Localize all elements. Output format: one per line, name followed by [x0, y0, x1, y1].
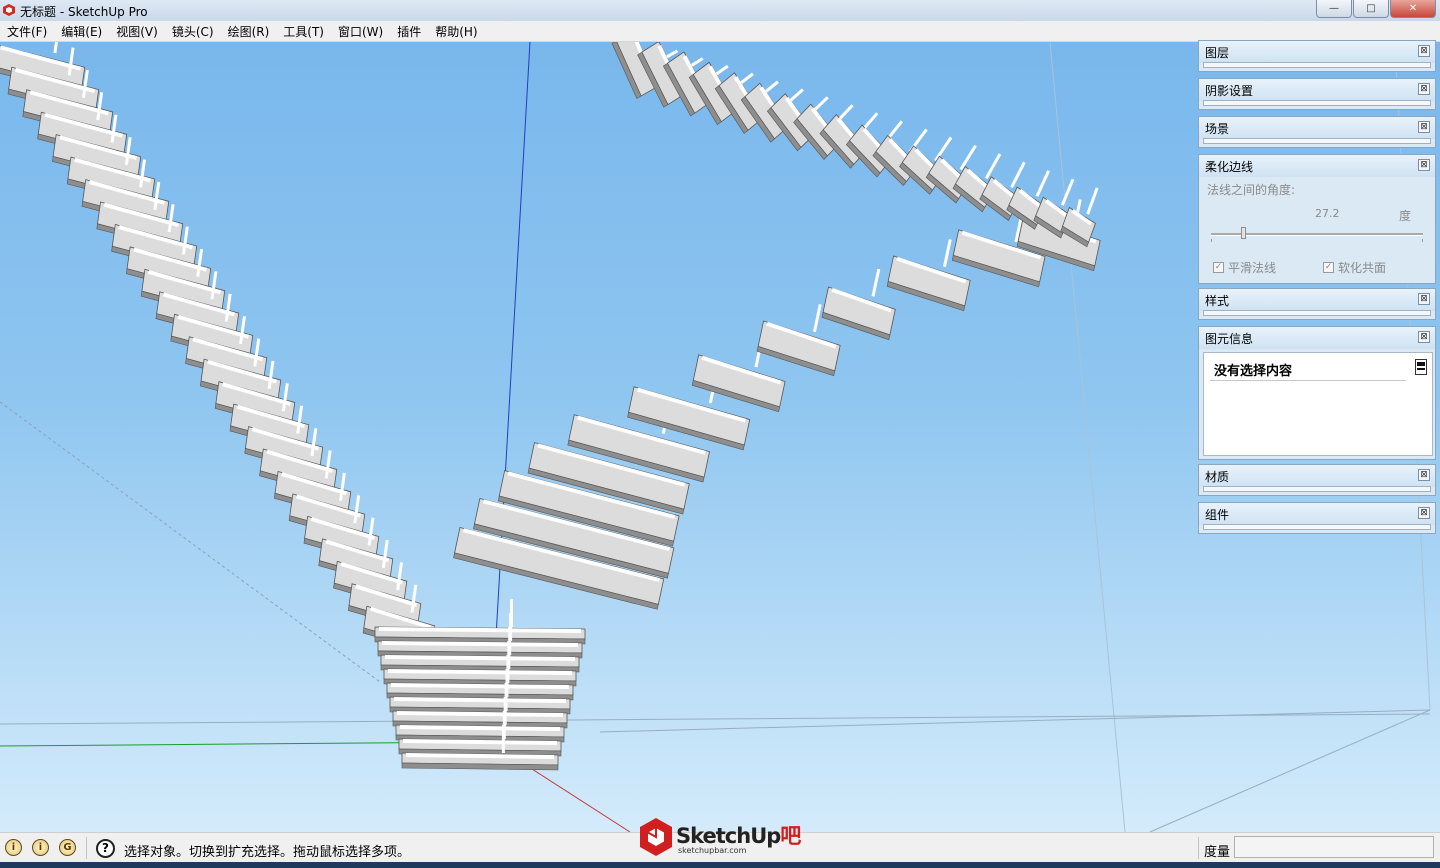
soften-coplanar-option[interactable]: ✓ 软化共面 [1323, 259, 1386, 276]
menu-plugins[interactable]: 插件 [390, 23, 428, 40]
materials-panel[interactable]: 材质 ⊠ [1198, 464, 1436, 496]
logo-brand-suffix: 吧 [780, 824, 801, 848]
info-geo-icon[interactable]: i [5, 839, 22, 856]
soften-edges-panel-title: 柔化边线 [1205, 160, 1254, 174]
logo-url: sketchupbar.com [678, 846, 747, 855]
scenes-panel[interactable]: 场景 ⊠ [1198, 116, 1436, 148]
panel-divider [1203, 62, 1431, 68]
materials-close-icon[interactable]: ⊠ [1418, 469, 1430, 481]
slider-tick [1211, 239, 1212, 242]
entity-info-panel-title: 图元信息 [1205, 332, 1254, 346]
guide-line [1149, 709, 1431, 832]
title-bar: 无标题 - SketchUp Pro — □ ✕ [0, 0, 1440, 22]
smooth-normals-option[interactable]: ✓ 平滑法线 [1213, 259, 1276, 276]
layers-panel-header[interactable]: 图层 ⊠ [1199, 41, 1435, 63]
layers-panel-title: 图层 [1205, 46, 1230, 60]
logo-box-icon [640, 818, 672, 856]
scenes-close-icon[interactable]: ⊠ [1418, 121, 1430, 133]
entity-info-panel[interactable]: 图元信息 ⊠ 没有选择内容 [1198, 326, 1436, 460]
panel-divider [1203, 138, 1431, 144]
components-panel[interactable]: 组件 ⊠ [1198, 502, 1436, 534]
angle-value: 27.2 [1315, 207, 1340, 220]
close-button[interactable]: ✕ [1390, 0, 1436, 18]
entity-info-divider [1210, 380, 1406, 381]
menu-window[interactable]: 窗口(W) [331, 23, 390, 40]
components-close-icon[interactable]: ⊠ [1418, 507, 1430, 519]
sketchup-app-icon [3, 4, 15, 16]
angle-slider-thumb[interactable] [1241, 227, 1246, 239]
angle-label: 法线之间的角度: [1207, 183, 1296, 197]
menu-tools[interactable]: 工具(T) [276, 23, 331, 40]
shadows-panel[interactable]: 阴影设置 ⊠ [1198, 78, 1436, 110]
guide-line [599, 709, 1431, 733]
materials-panel-title: 材质 [1205, 470, 1230, 484]
shadows-panel-title: 阴影设置 [1205, 84, 1254, 98]
credits-icon[interactable]: i [32, 839, 49, 856]
menu-camera[interactable]: 镜头(C) [165, 23, 221, 40]
entity-info-status: 没有选择内容 [1214, 364, 1293, 379]
smooth-normals-label: 平滑法线 [1228, 261, 1277, 275]
styles-panel-title: 样式 [1205, 294, 1230, 308]
angle-unit: 度 [1399, 209, 1412, 223]
scenes-panel-title: 场景 [1205, 122, 1230, 136]
components-panel-header[interactable]: 组件 ⊠ [1199, 503, 1435, 525]
entity-info-body: 没有选择内容 [1203, 352, 1433, 456]
details-toggle-icon[interactable] [1415, 359, 1427, 375]
maximize-button[interactable]: □ [1353, 0, 1389, 18]
os-taskbar [0, 862, 1440, 868]
materials-panel-header[interactable]: 材质 ⊠ [1199, 465, 1435, 487]
default-tray: 图层 ⊠ 阴影设置 ⊠ 场景 ⊠ 柔化边线 ⊠ 法线之间的角度: 27.2 度 [1198, 40, 1438, 540]
menu-draw[interactable]: 绘图(R) [221, 23, 277, 40]
soften-edges-body: 法线之间的角度: 27.2 度 ✓ 平滑法线 ✓ 软化共面 [1203, 179, 1431, 275]
soften-coplanar-label: 软化共面 [1338, 261, 1387, 275]
guide-line [1049, 42, 1126, 832]
layers-panel[interactable]: 图层 ⊠ [1198, 40, 1436, 72]
sketchupbar-watermark-logo: SketchUp吧 sketchupbar.com [638, 814, 806, 862]
menu-help[interactable]: 帮助(H) [428, 23, 484, 40]
window-title: 无标题 - SketchUp Pro [20, 5, 148, 19]
layers-close-icon[interactable]: ⊠ [1418, 45, 1430, 57]
status-divider [86, 837, 87, 859]
measurements-label: 度量 [1204, 845, 1231, 860]
entity-info-panel-header[interactable]: 图元信息 ⊠ [1199, 327, 1435, 349]
window-controls: — □ ✕ [1315, 0, 1436, 18]
shadows-close-icon[interactable]: ⊠ [1418, 83, 1430, 95]
styles-panel-header[interactable]: 样式 ⊠ [1199, 289, 1435, 311]
logo-brand-main: SketchUp [676, 824, 781, 848]
smooth-normals-checkbox[interactable]: ✓ [1213, 262, 1224, 273]
google-sign-in-icon[interactable]: G [59, 839, 76, 856]
panel-divider [1203, 524, 1431, 530]
entity-info-close-icon[interactable]: ⊠ [1418, 331, 1430, 343]
soften-edges-panel-header[interactable]: 柔化边线 ⊠ [1199, 155, 1435, 177]
styles-panel[interactable]: 样式 ⊠ [1198, 288, 1436, 320]
menu-file[interactable]: 文件(F) [0, 23, 54, 40]
components-panel-title: 组件 [1205, 508, 1230, 522]
soften-edges-close-icon[interactable]: ⊠ [1418, 159, 1430, 171]
panel-divider [1203, 310, 1431, 316]
slider-tick [1422, 239, 1423, 242]
menu-bar: 文件(F) 编辑(E) 视图(V) 镜头(C) 绘图(R) 工具(T) 窗口(W… [0, 21, 1440, 42]
menu-view[interactable]: 视图(V) [109, 23, 165, 40]
menu-edit[interactable]: 编辑(E) [54, 23, 109, 40]
minimize-button[interactable]: — [1316, 0, 1352, 18]
soften-edges-panel[interactable]: 柔化边线 ⊠ 法线之间的角度: 27.2 度 ✓ 平滑法线 ✓ 软化共面 [1198, 154, 1436, 284]
styles-close-icon[interactable]: ⊠ [1418, 293, 1430, 305]
help-icon[interactable]: ? [96, 839, 115, 858]
spiral-stair-treads [0, 42, 1101, 771]
measurements-input[interactable] [1234, 836, 1434, 858]
status-hint: 选择对象。切换到扩充选择。拖动鼠标选择多项。 [124, 845, 411, 860]
scenes-panel-header[interactable]: 场景 ⊠ [1199, 117, 1435, 139]
panel-divider [1203, 486, 1431, 492]
panel-divider [1203, 100, 1431, 106]
soften-coplanar-checkbox[interactable]: ✓ [1323, 262, 1334, 273]
shadows-panel-header[interactable]: 阴影设置 ⊠ [1199, 79, 1435, 101]
status-divider [1198, 837, 1199, 859]
